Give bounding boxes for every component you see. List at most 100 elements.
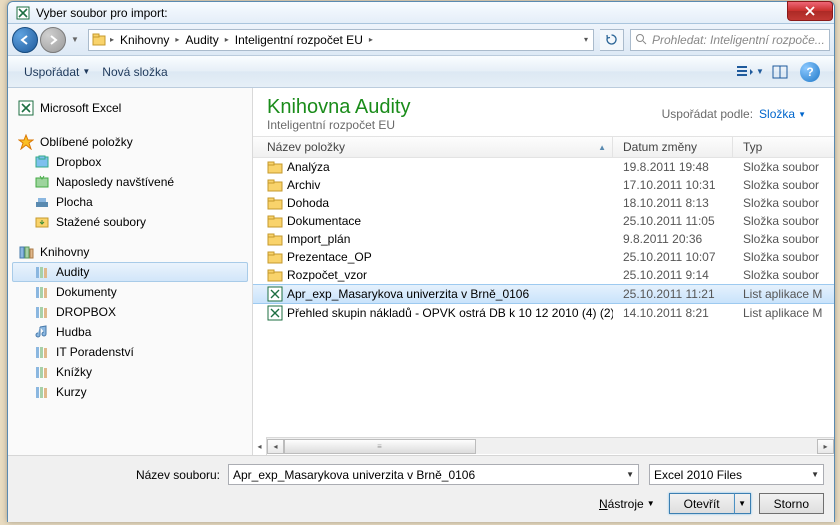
sidebar-library-item[interactable]: Kurzy xyxy=(12,382,248,402)
sidebar-item-label: Hudba xyxy=(56,325,91,339)
preview-pane-button[interactable] xyxy=(766,61,794,83)
column-type-header[interactable]: Typ xyxy=(733,137,834,157)
folder-icon xyxy=(267,195,283,211)
sidebar-library-item[interactable]: Hudba xyxy=(12,322,248,342)
file-list[interactable]: Analýza 19.8.2011 19:48 Složka soubor Ar… xyxy=(253,158,834,437)
file-date: 19.8.2011 19:48 xyxy=(613,160,733,174)
column-date-header[interactable]: Datum změny xyxy=(613,137,733,157)
file-type: List aplikace M xyxy=(733,287,834,301)
navigation-sidebar: Microsoft Excel Oblíbené položky Dropbox… xyxy=(8,88,253,455)
scroll-left-icon[interactable]: ◂ xyxy=(253,437,267,455)
search-input[interactable]: Prohledat: Inteligentní rozpoče... xyxy=(630,29,830,51)
file-row[interactable]: Apr_exp_Masarykova univerzita v Brně_010… xyxy=(253,284,834,304)
folder-icon xyxy=(267,213,283,229)
breadcrumb-arrow-icon[interactable]: ▸ xyxy=(366,35,376,44)
folder-icon xyxy=(267,267,283,283)
refresh-button[interactable] xyxy=(600,29,624,51)
breadcrumb-arrow-icon[interactable]: ▸ xyxy=(107,35,117,44)
sidebar-favorites-header[interactable]: Oblíbené položky xyxy=(12,132,248,152)
address-bar[interactable]: ▸ Knihovny ▸ Audity ▸ Inteligentní rozpo… xyxy=(88,29,594,51)
file-row[interactable]: Prezentace_OP 25.10.2011 10:07 Složka so… xyxy=(253,248,834,266)
sort-control[interactable]: Složka▼ xyxy=(759,107,806,121)
breadcrumb-arrow-icon[interactable]: ▸ xyxy=(222,35,232,44)
view-options-button[interactable]: ▼ xyxy=(736,61,764,83)
file-name: Analýza xyxy=(287,160,330,174)
folder-icon xyxy=(267,177,283,193)
nav-forward-button[interactable] xyxy=(40,27,66,53)
sidebar-library-item[interactable]: DROPBOX xyxy=(12,302,248,322)
close-button[interactable] xyxy=(787,1,833,21)
file-date: 25.10.2011 11:21 xyxy=(613,287,733,301)
library-icon xyxy=(34,264,50,280)
hscroll-left[interactable]: ◂ xyxy=(267,439,284,454)
file-name: Import_plán xyxy=(287,232,350,246)
sidebar-item-label: Kurzy xyxy=(56,385,87,399)
file-row[interactable]: Analýza 19.8.2011 19:48 Složka soubor xyxy=(253,158,834,176)
hscroll-right[interactable]: ▸ xyxy=(817,439,834,454)
breadcrumb-arrow-icon[interactable]: ▸ xyxy=(172,35,182,44)
sidebar-favorite-item[interactable]: Dropbox xyxy=(12,152,248,172)
address-dropdown[interactable]: ▾ xyxy=(581,35,591,44)
sidebar-item-label: Naposledy navštívené xyxy=(56,175,174,189)
titlebar[interactable]: Vyber soubor pro import: xyxy=(8,2,834,24)
column-name-header[interactable]: Název položky▲ xyxy=(253,137,613,157)
library-icon xyxy=(34,344,50,360)
nav-bar: ▼ ▸ Knihovny ▸ Audity ▸ Inteligentní roz… xyxy=(8,24,834,56)
favorite-icon xyxy=(34,154,50,170)
sidebar-item-label: DROPBOX xyxy=(56,305,116,319)
open-button-group: Otevřít ▼ xyxy=(669,493,751,514)
content-area: Microsoft Excel Oblíbené položky Dropbox… xyxy=(8,88,834,455)
new-folder-button[interactable]: Nová složka xyxy=(96,61,173,83)
excel-app-icon xyxy=(16,6,30,20)
sidebar-item-label: Stažené soubory xyxy=(56,215,146,229)
sidebar-app-label: Microsoft Excel xyxy=(40,101,121,115)
breadcrumb-segment[interactable]: Audity xyxy=(182,30,221,50)
file-row[interactable]: Přehled skupin nákladů - OPVK ostrá DB k… xyxy=(253,304,834,322)
sidebar-library-item[interactable]: IT Poradenství xyxy=(12,342,248,362)
file-name: Dohoda xyxy=(287,196,329,210)
sidebar-item-label: Audity xyxy=(56,265,89,279)
filetype-dropdown[interactable]: Excel 2010 Files▼ xyxy=(649,464,824,485)
sidebar-libraries-header[interactable]: Knihovny xyxy=(12,242,248,262)
file-date: 25.10.2011 10:07 xyxy=(613,250,733,264)
sidebar-library-item[interactable]: Dokumenty xyxy=(12,282,248,302)
open-dropdown[interactable]: ▼ xyxy=(735,493,751,514)
cancel-button[interactable]: Storno xyxy=(759,493,824,514)
library-icon xyxy=(34,384,50,400)
sidebar-library-item[interactable]: Audity xyxy=(12,262,248,282)
filename-input[interactable]: Apr_exp_Masarykova univerzita v Brně_010… xyxy=(228,464,639,485)
file-row[interactable]: Archiv 17.10.2011 10:31 Složka soubor xyxy=(253,176,834,194)
breadcrumb-segment[interactable]: Inteligentní rozpočet EU xyxy=(232,30,366,50)
toolbar: Uspořádat▼ Nová složka ▼ ? xyxy=(8,56,834,88)
dialog-footer: Název souboru: Apr_exp_Masarykova univer… xyxy=(8,455,834,522)
hscroll-track[interactable]: ≡ xyxy=(284,439,817,454)
file-row[interactable]: Dokumentace 25.10.2011 11:05 Složka soub… xyxy=(253,212,834,230)
file-type: Složka soubor xyxy=(733,250,834,264)
file-row[interactable]: Rozpočet_vzor 25.10.2011 9:14 Složka sou… xyxy=(253,266,834,284)
sidebar-favorite-item[interactable]: Plocha xyxy=(12,192,248,212)
organize-button[interactable]: Uspořádat▼ xyxy=(18,61,96,83)
file-type: Složka soubor xyxy=(733,178,834,192)
help-button[interactable]: ? xyxy=(796,61,824,83)
sidebar-library-item[interactable]: Knížky xyxy=(12,362,248,382)
file-date: 25.10.2011 9:14 xyxy=(613,268,733,282)
tools-dropdown[interactable]: Nástroje▼ xyxy=(599,497,661,511)
sidebar-app-root[interactable]: Microsoft Excel xyxy=(12,96,248,120)
file-name: Přehled skupin nákladů - OPVK ostrá DB k… xyxy=(287,306,613,320)
sidebar-favorite-item[interactable]: Naposledy navštívené xyxy=(12,172,248,192)
file-open-dialog: Vyber soubor pro import: ▼ ▸ Knihovny ▸ … xyxy=(7,1,835,522)
folder-icon xyxy=(267,249,283,265)
file-row[interactable]: Import_plán 9.8.2011 20:36 Složka soubor xyxy=(253,230,834,248)
file-name: Archiv xyxy=(287,178,320,192)
file-list-pane: Knihovna Audity Inteligentní rozpočet EU… xyxy=(253,88,834,455)
sidebar-favorite-item[interactable]: Stažené soubory xyxy=(12,212,248,232)
sidebar-item-label: Knížky xyxy=(56,365,92,379)
hscroll-thumb[interactable]: ≡ xyxy=(284,439,476,454)
file-row[interactable]: Dohoda 18.10.2011 8:13 Složka soubor xyxy=(253,194,834,212)
library-icon xyxy=(34,284,50,300)
breadcrumb-segment[interactable]: Knihovny xyxy=(117,30,172,50)
nav-back-button[interactable] xyxy=(12,27,38,53)
open-button[interactable]: Otevřít xyxy=(669,493,735,514)
nav-history-dropdown[interactable]: ▼ xyxy=(68,35,82,44)
sort-label: Uspořádat podle: xyxy=(662,107,753,121)
